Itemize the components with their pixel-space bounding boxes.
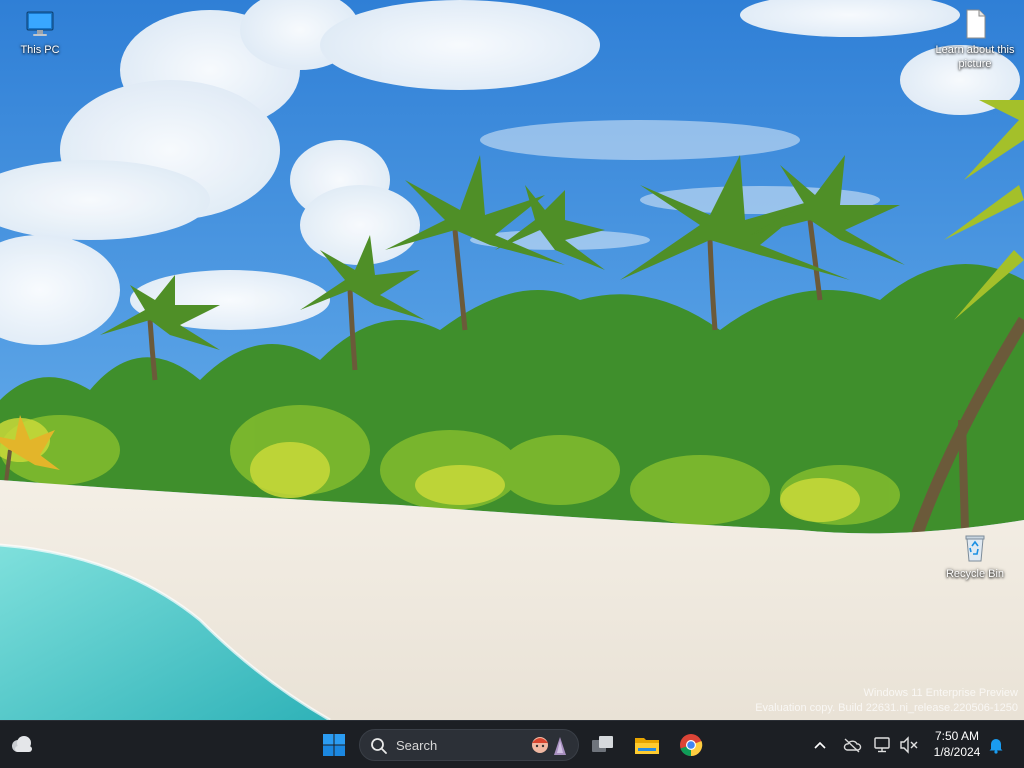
clock[interactable]: 7:50 AM 1/8/2024 <box>926 728 988 760</box>
volume-muted-icon <box>900 736 918 754</box>
notification-bell-icon <box>989 739 1003 754</box>
network-button[interactable] <box>872 734 894 756</box>
clock-time: 7:50 AM <box>934 729 980 743</box>
watermark-line-2: Evaluation copy. Build 22631.ni_release.… <box>755 702 1018 714</box>
volume-button[interactable] <box>898 734 920 756</box>
search-placeholder: Search <box>396 738 438 753</box>
desktop-icon-recycle-bin[interactable]: Recycle Bin <box>935 532 1015 581</box>
onedrive-offline-icon <box>843 738 862 753</box>
search-highlight-icon <box>532 737 566 755</box>
taskbar-task-view[interactable] <box>585 727 621 763</box>
wallpaper <box>0 0 1024 720</box>
widgets-button[interactable] <box>4 727 40 763</box>
monitor-icon <box>26 11 54 36</box>
recycle-bin-icon <box>965 535 985 562</box>
windows-start-icon <box>323 734 345 756</box>
taskbar-google-chrome[interactable] <box>673 727 709 763</box>
chevron-up-icon <box>814 741 826 749</box>
taskbar-file-explorer[interactable] <box>629 727 665 763</box>
onedrive-tray-button[interactable] <box>841 734 863 756</box>
desktop-icon-learn-about-picture[interactable]: Learn about this picture <box>935 8 1015 71</box>
task-view-icon <box>592 736 613 752</box>
desktop-icon-this-pc[interactable]: This PC <box>0 8 80 57</box>
desktop[interactable]: This PC Learn about this picture Recycle… <box>0 0 1024 720</box>
notification-center-button[interactable] <box>985 734 1007 756</box>
desktop-icon-label: Recycle Bin <box>945 568 1005 580</box>
clock-date: 1/8/2024 <box>933 745 981 759</box>
weather-cloud-icon <box>12 736 32 752</box>
chrome-icon <box>680 734 703 757</box>
evaluation-watermark: Windows 11 Enterprise Preview Evaluation… <box>755 686 1018 716</box>
taskbar: Search 7:50 AM 1/8/2024 <box>0 720 1024 768</box>
start-button[interactable] <box>316 727 352 763</box>
desktop-icon-label: This PC <box>20 44 60 56</box>
file-explorer-icon <box>635 738 659 754</box>
desktop-icon-label: Learn about this picture <box>935 44 1015 70</box>
document-icon <box>966 9 986 39</box>
search-icon <box>371 738 387 754</box>
watermark-line-1: Windows 11 Enterprise Preview <box>863 687 1018 699</box>
network-icon <box>874 737 890 753</box>
show-hidden-icons-button[interactable] <box>809 734 831 756</box>
search-box[interactable]: Search <box>359 729 579 761</box>
